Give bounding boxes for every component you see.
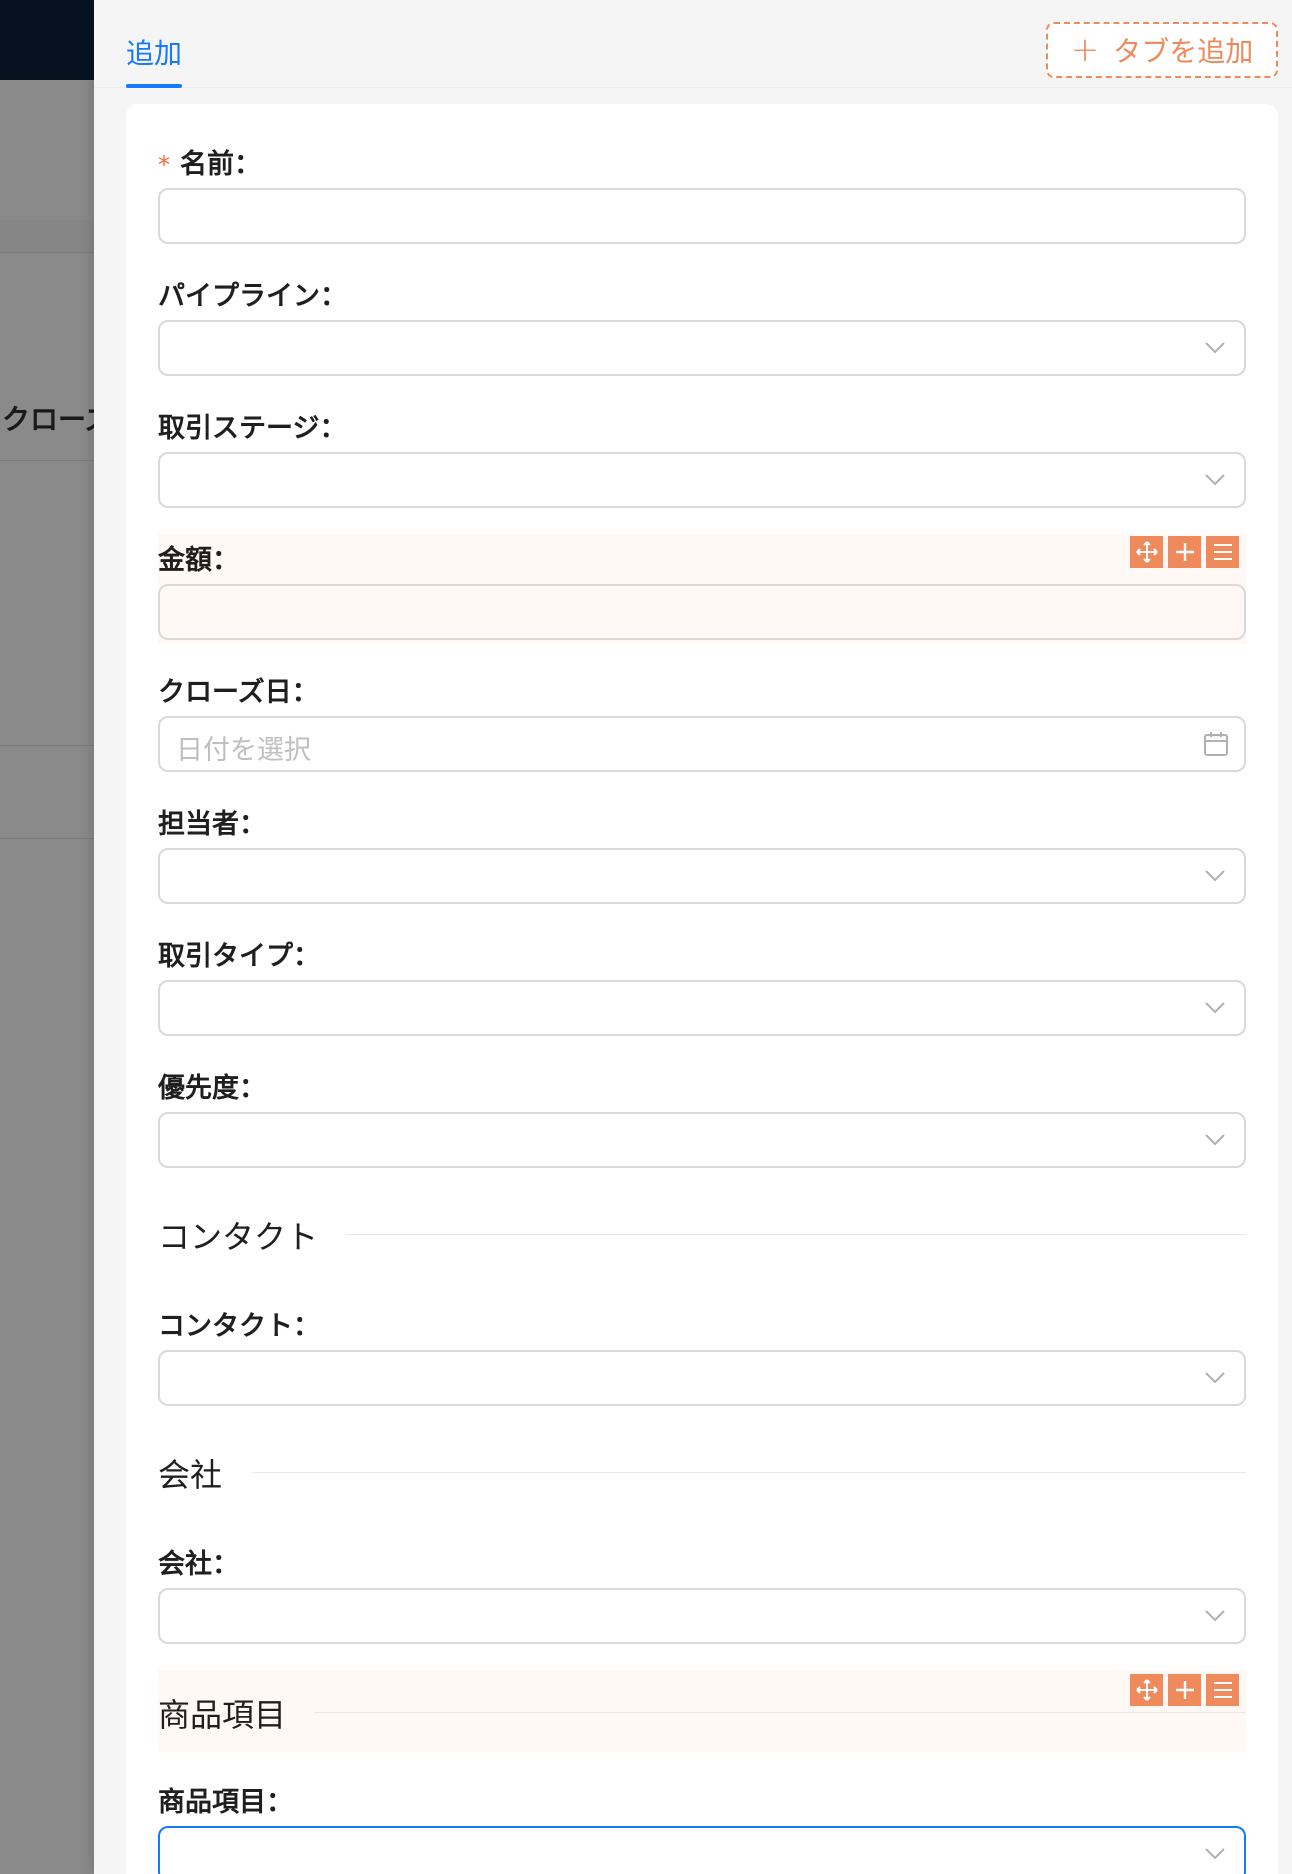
line-items-label: 商品項目： bbox=[158, 1787, 293, 1818]
field-menu-button[interactable] bbox=[1206, 536, 1239, 568]
pipeline-label: パイプライン： bbox=[158, 281, 347, 312]
owner-select[interactable] bbox=[158, 848, 1246, 904]
background-band bbox=[0, 220, 96, 252]
plus-icon: + bbox=[1070, 30, 1100, 70]
move-handle[interactable] bbox=[1130, 1674, 1163, 1706]
chevron-down-icon bbox=[1205, 1610, 1225, 1622]
pipeline-select[interactable] bbox=[158, 320, 1246, 376]
section-divider bbox=[252, 1472, 1246, 1473]
add-tab-button[interactable]: + タブを追加 bbox=[1046, 22, 1278, 78]
background-app: クローズ bbox=[0, 0, 96, 1874]
chevron-down-icon bbox=[1205, 1134, 1225, 1146]
section-toolbar bbox=[1130, 1674, 1239, 1706]
deal-stage-label: 取引ステージ： bbox=[158, 413, 347, 444]
background-divider bbox=[0, 838, 96, 839]
add-field-button[interactable] bbox=[1168, 1674, 1201, 1706]
close-date-label: クローズ日： bbox=[158, 677, 319, 708]
chevron-down-icon bbox=[1205, 1848, 1225, 1860]
background-topbar bbox=[0, 0, 96, 80]
owner-label: 担当者： bbox=[158, 809, 266, 840]
company-select[interactable] bbox=[158, 1588, 1246, 1644]
required-asterisk: * bbox=[158, 151, 170, 179]
add-tab-label: タブを追加 bbox=[1113, 35, 1254, 68]
section-divider bbox=[314, 1712, 1246, 1713]
plus-icon bbox=[1175, 1681, 1194, 1699]
form-card: * 名前： パイプライン： 取引ステージ： 金額： クローズ日： 日付を選択 担… bbox=[126, 104, 1278, 1874]
field-toolbar bbox=[1130, 536, 1239, 568]
company-label: 会社： bbox=[158, 1549, 239, 1580]
move-icon bbox=[1135, 541, 1158, 563]
deal-stage-select[interactable] bbox=[158, 452, 1246, 508]
move-icon bbox=[1135, 1679, 1158, 1701]
name-label: * 名前： bbox=[158, 149, 261, 180]
company-section-title: 会社 bbox=[158, 1456, 223, 1494]
menu-icon bbox=[1213, 544, 1232, 560]
background-divider bbox=[0, 745, 96, 746]
deal-type-select[interactable] bbox=[158, 980, 1246, 1036]
contact-select[interactable] bbox=[158, 1350, 1246, 1406]
background-divider bbox=[0, 460, 96, 461]
close-date-picker[interactable]: 日付を選択 bbox=[158, 716, 1246, 772]
chevron-down-icon bbox=[1205, 1002, 1225, 1014]
section-menu-button[interactable] bbox=[1206, 1674, 1239, 1706]
line-items-select[interactable] bbox=[158, 1826, 1246, 1874]
chevron-down-icon bbox=[1205, 870, 1225, 882]
name-input[interactable] bbox=[158, 188, 1246, 244]
tab-add[interactable]: 追加 bbox=[126, 32, 182, 72]
background-divider bbox=[0, 252, 96, 253]
chevron-down-icon bbox=[1205, 342, 1225, 354]
line-items-section-title: 商品項目 bbox=[158, 1696, 287, 1734]
chevron-down-icon bbox=[1205, 1372, 1225, 1384]
line-items-section-selected[interactable] bbox=[158, 1670, 1246, 1752]
add-deal-drawer: 追加 + タブを追加 * 名前： パイプライン： 取引ステージ： 金額： クロー… bbox=[94, 0, 1292, 1874]
close-date-placeholder: 日付を選択 bbox=[176, 735, 311, 766]
amount-input[interactable] bbox=[158, 584, 1246, 640]
calendar-icon bbox=[1204, 732, 1228, 756]
section-divider bbox=[346, 1234, 1246, 1235]
contact-section-title: コンタクト bbox=[158, 1218, 319, 1256]
background-column-text: クローズ bbox=[2, 403, 96, 436]
tabs-bar: 追加 + タブを追加 bbox=[94, 0, 1292, 88]
priority-select[interactable] bbox=[158, 1112, 1246, 1168]
add-field-button[interactable] bbox=[1168, 536, 1201, 568]
menu-icon bbox=[1213, 1682, 1232, 1698]
move-handle[interactable] bbox=[1130, 536, 1163, 568]
deal-type-label: 取引タイプ： bbox=[158, 941, 320, 972]
priority-label: 優先度： bbox=[158, 1073, 266, 1104]
amount-label: 金額： bbox=[158, 545, 239, 576]
plus-icon bbox=[1175, 543, 1194, 561]
contact-label: コンタクト： bbox=[158, 1311, 320, 1342]
tab-active-indicator bbox=[126, 84, 182, 88]
chevron-down-icon bbox=[1205, 474, 1225, 486]
